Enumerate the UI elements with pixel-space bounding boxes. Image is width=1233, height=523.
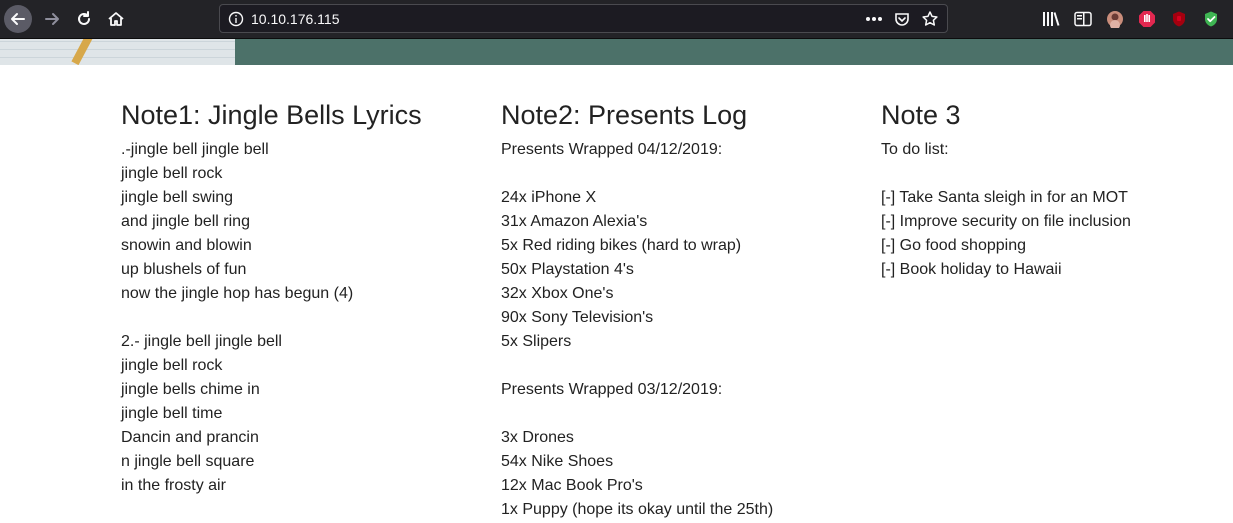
note-title: Note2: Presents Log xyxy=(501,100,748,130)
reload-icon[interactable] xyxy=(70,5,98,33)
note-line: up blushels of fun xyxy=(121,261,247,278)
note-line: [-] Take Santa sleigh in for an MOT xyxy=(881,189,1128,206)
note-line: jingle bell swing xyxy=(121,189,234,206)
shield-icon[interactable] xyxy=(1168,8,1190,30)
note-line: [-] Book holiday to Hawaii xyxy=(881,261,1062,278)
note-line xyxy=(501,402,861,426)
note-body: .-jingle bell jingle bell jingle bell roc… xyxy=(121,138,481,498)
forward-arrow-icon[interactable] xyxy=(38,5,66,33)
note-line xyxy=(881,162,1233,186)
notepad-paper-image xyxy=(0,39,235,65)
note-title: Note1: Jingle Bells Lyrics xyxy=(121,100,422,130)
note-line: and jingle bell ring xyxy=(121,213,250,230)
header-banner-image xyxy=(0,39,1233,65)
note-line: [-] Improve security on file inclusion xyxy=(881,213,1131,230)
note-line: 50x Playstation 4's xyxy=(501,261,634,278)
note-line: 5x Slipers xyxy=(501,333,572,350)
sidebar-icon[interactable] xyxy=(1072,8,1094,30)
back-arrow-icon[interactable] xyxy=(4,5,32,33)
note-line: 54x Nike Shoes xyxy=(501,453,614,470)
note-line xyxy=(501,354,861,378)
note-line: jingle bell rock xyxy=(121,165,223,182)
url-bar[interactable]: 10.10.176.115 xyxy=(219,4,948,33)
library-icon[interactable] xyxy=(1040,8,1062,30)
note-line: 90x Sony Television's xyxy=(501,309,654,326)
green-shield-icon[interactable] xyxy=(1200,8,1222,30)
note-line xyxy=(121,306,481,330)
note-jingle-bells: Note1: Jingle Bells Lyrics .-jingle bell… xyxy=(121,96,481,498)
note-line: Presents Wrapped 03/12/2019: xyxy=(501,381,723,398)
note-line: 3x Drones xyxy=(501,429,574,446)
star-icon[interactable] xyxy=(919,8,941,30)
note-body: To do list: [-] Take Santa sleigh in for … xyxy=(881,138,1233,282)
note-line: jingle bells chime in xyxy=(121,381,260,398)
note-line: 2.- jingle bell jingle bell xyxy=(121,333,282,350)
note-line: Presents Wrapped 04/12/2019: xyxy=(501,141,723,158)
note-line: 12x Mac Book Pro's xyxy=(501,477,643,494)
info-icon[interactable] xyxy=(228,11,244,32)
note-line: 1x Puppy (hope its okay until the 25th) xyxy=(501,501,774,518)
note-line: in the frosty air xyxy=(121,477,226,494)
browser-toolbar: 10.10.176.115 xyxy=(0,0,1233,39)
note-line xyxy=(501,162,861,186)
note-presents-log: Note2: Presents Log Presents Wrapped 04/… xyxy=(501,96,861,522)
note-line: n jingle bell square xyxy=(121,453,255,470)
pocket-icon[interactable] xyxy=(891,8,913,30)
note-line: jingle bell time xyxy=(121,405,223,422)
note-line: [-] Go food shopping xyxy=(881,237,1026,254)
note-line: Dancin and prancin xyxy=(121,429,259,446)
note-line: 32x Xbox One's xyxy=(501,285,614,302)
home-icon[interactable] xyxy=(102,5,130,33)
more-dots-icon[interactable] xyxy=(863,8,885,30)
note-title: Note 3 xyxy=(881,100,961,130)
note-line: jingle bell rock xyxy=(121,357,223,374)
note-line: 24x iPhone X xyxy=(501,189,597,206)
note-line: 5x Red riding bikes (hard to wrap) xyxy=(501,237,742,254)
note-line: snowin and blowin xyxy=(121,237,252,254)
note-line: To do list: xyxy=(881,141,949,158)
note-line: .-jingle bell jingle bell xyxy=(121,141,269,158)
note-todo-list: Note 3 To do list: [-] Take Santa sleigh … xyxy=(881,96,1233,282)
note-line: now the jingle hop has begun (4) xyxy=(121,285,354,302)
stop-hand-icon[interactable] xyxy=(1136,8,1158,30)
account-avatar-icon[interactable] xyxy=(1104,8,1126,30)
url-text[interactable]: 10.10.176.115 xyxy=(251,11,340,27)
note-line: 31x Amazon Alexia's xyxy=(501,213,648,230)
note-body: Presents Wrapped 04/12/2019: 24x iPhone X… xyxy=(501,138,861,522)
